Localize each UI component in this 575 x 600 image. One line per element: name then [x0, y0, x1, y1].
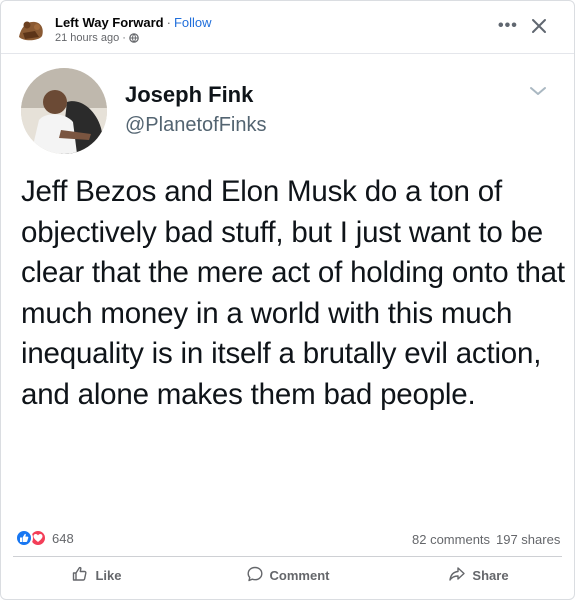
like-icon: [15, 529, 33, 547]
chevron-down-icon: [528, 84, 548, 98]
actions-divider: [13, 556, 562, 557]
tweet-author-name: Joseph Fink: [125, 82, 254, 107]
globe-icon: [129, 33, 139, 43]
comment-button[interactable]: Comment: [192, 559, 383, 591]
share-button[interactable]: Share: [383, 559, 574, 591]
tweet-screenshot[interactable]: Joseph Fink @PlanetofFinks Jeff Bezos an…: [1, 53, 574, 519]
more-icon[interactable]: •••: [498, 18, 520, 37]
page-avatar[interactable]: [15, 13, 47, 45]
facebook-post-card: Left Way Forward · Follow 21 hours ago · •…: [0, 0, 575, 600]
page-name-link[interactable]: Left Way Forward: [55, 15, 164, 30]
like-button[interactable]: Like: [1, 559, 192, 591]
reaction-count: 648: [52, 530, 74, 546]
close-icon[interactable]: [528, 15, 550, 37]
post-meta: 21 hours ago ·: [55, 32, 139, 44]
share-icon: [448, 565, 466, 586]
tweet-body-text: Jeff Bezos and Elon Musk do a ton of obj…: [21, 175, 565, 411]
meta-separator: ·: [122, 32, 126, 44]
follow-button[interactable]: Follow: [174, 15, 212, 30]
like-label: Like: [95, 567, 122, 583]
comment-icon: [246, 565, 264, 586]
share-label: Share: [472, 567, 509, 583]
post-stats: 648 82 comments 197 shares: [1, 525, 574, 553]
share-count-link[interactable]: 197 shares: [496, 532, 560, 547]
thumbs-up-icon: [71, 565, 89, 586]
post-action-bar: Like Comment Share: [1, 559, 574, 591]
post-header: Left Way Forward · Follow 21 hours ago · •…: [1, 1, 574, 53]
tweet-author-handle: @PlanetofFinks: [125, 114, 267, 136]
name-separator: ·: [166, 15, 171, 30]
comment-count-link[interactable]: 82 comments: [412, 532, 490, 547]
post-timestamp[interactable]: 21 hours ago: [55, 32, 119, 44]
page-name-row: Left Way Forward · Follow: [55, 15, 212, 30]
comment-label: Comment: [269, 567, 330, 583]
reactions-summary[interactable]: 648: [15, 529, 74, 547]
tweet-author-avatar: [21, 68, 107, 154]
